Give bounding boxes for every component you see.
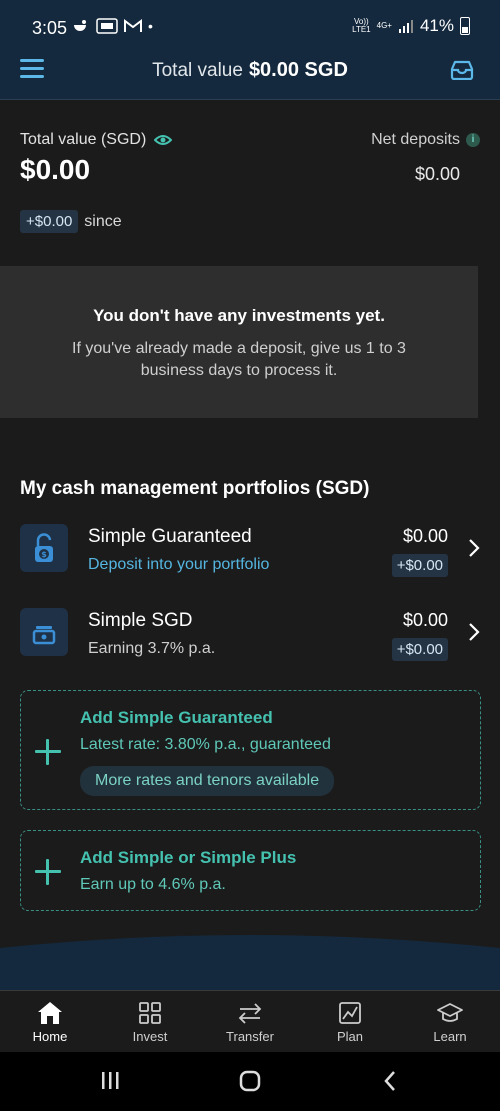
add-simple-plus-card[interactable]: Add Simple or Simple Plus Earn up to 4.6… xyxy=(20,830,481,911)
transfer-icon xyxy=(238,1003,262,1024)
header-title-value: $0.00 SGD xyxy=(248,59,348,81)
portfolio-value: $0.00 xyxy=(402,610,448,630)
nav-invest[interactable]: Invest xyxy=(100,991,200,1052)
status-bar: 3:05 • Vo)) LTE1 4G+ 41% xyxy=(0,0,500,56)
eye-icon[interactable] xyxy=(154,134,173,146)
cash-stack-icon xyxy=(32,626,56,645)
nav-label: Invest xyxy=(132,1029,168,1044)
net-deposits-label: Net deposits xyxy=(371,131,460,148)
plus-icon xyxy=(35,859,61,885)
nav-label: Transfer xyxy=(226,1029,274,1044)
portfolio-name: Simple SGD xyxy=(88,610,193,631)
back-icon[interactable] xyxy=(384,1071,395,1091)
bottom-navigation: Home Invest Transfer Plan Learn xyxy=(0,990,500,1052)
system-navigation-bar xyxy=(0,1052,500,1111)
empty-state-title: You don't have any investments yet. xyxy=(93,306,385,325)
nav-label: Learn xyxy=(433,1029,467,1044)
graduation-cap-icon xyxy=(437,1003,463,1022)
section-title: My cash management portfolios (SGD) xyxy=(20,478,370,499)
grid-icon xyxy=(139,1002,161,1024)
no-investments-card: You don't have any investments yet. If y… xyxy=(0,266,478,418)
network-type: 4G+ xyxy=(376,21,392,30)
plan-chart-icon xyxy=(339,1002,361,1024)
plus-icon xyxy=(35,739,61,765)
total-value: $0.00 xyxy=(20,154,91,185)
header-title-label: Total value xyxy=(152,60,243,81)
change-chip: +$0.00 xyxy=(20,210,79,233)
nav-label: Home xyxy=(32,1029,68,1044)
total-value-label: Total value (SGD) xyxy=(20,131,173,149)
portfolio-row[interactable]: $ Simple Guaranteed Deposit into your po… xyxy=(20,524,488,578)
change-since-row: +$0.00 since xyxy=(20,210,122,233)
portfolio-rate: Earning 3.7% p.a. xyxy=(88,640,216,657)
add-card-subtitle: Earn up to 4.6% p.a. xyxy=(80,876,226,893)
volte-indicator: Vo)) LTE1 xyxy=(352,17,371,34)
inbox-icon[interactable] xyxy=(450,60,474,80)
empty-state-description: If you've already made a deposit, give u… xyxy=(72,340,406,379)
nav-plan[interactable]: Plan xyxy=(300,991,400,1052)
nav-learn[interactable]: Learn xyxy=(400,991,500,1052)
app-header: Total value $0.00 SGD xyxy=(0,52,500,92)
home-icon xyxy=(38,1002,62,1024)
signal-icon xyxy=(398,20,413,33)
portfolio-row[interactable]: Simple SGD Earning 3.7% p.a. $0.00 +$0.0… xyxy=(20,608,488,662)
nav-home[interactable]: Home xyxy=(0,991,100,1052)
portfolio-icon-wrapper xyxy=(20,608,68,656)
gmail-icon xyxy=(124,19,142,32)
portfolio-summary: Total value (SGD) $0.00 Net deposits i $… xyxy=(0,100,500,265)
portfolio-name: Simple Guaranteed xyxy=(88,526,252,547)
status-time: 3:05 xyxy=(32,18,68,38)
add-card-title: Add Simple or Simple Plus xyxy=(80,848,297,867)
add-simple-guaranteed-card[interactable]: Add Simple Guaranteed Latest rate: 3.80%… xyxy=(20,690,481,810)
portfolio-change-chip: +$0.00 xyxy=(391,554,448,577)
header-title: Total value $0.00 SGD xyxy=(0,59,500,82)
lock-dollar-icon: $ xyxy=(35,533,53,562)
battery-percent: 41% xyxy=(419,16,454,35)
svg-text:$: $ xyxy=(41,550,47,559)
battery-icon xyxy=(460,17,470,35)
add-card-subtitle: Latest rate: 3.80% p.a., guaranteed xyxy=(80,736,331,753)
decorative-wave xyxy=(0,935,500,990)
notification-app-icon xyxy=(74,20,86,31)
info-icon[interactable]: i xyxy=(466,133,480,147)
portfolio-change-chip: +$0.00 xyxy=(391,638,448,661)
since-text[interactable]: since xyxy=(84,213,121,231)
recent-apps-icon[interactable] xyxy=(102,1072,119,1089)
status-right: Vo)) LTE1 4G+ 41% xyxy=(352,16,470,36)
portfolio-value: $0.00 xyxy=(402,526,448,546)
chevron-right-icon[interactable] xyxy=(468,538,480,558)
home-button-icon[interactable] xyxy=(239,1070,261,1092)
more-notifications-dot: • xyxy=(148,18,153,34)
top-bar: 3:05 • Vo)) LTE1 4G+ 41% Total value $0.0… xyxy=(0,0,500,100)
net-deposits-value: $0.00 xyxy=(414,164,460,184)
notification-badge-icon xyxy=(96,18,118,34)
deposit-link[interactable]: Deposit into your portfolio xyxy=(88,556,269,574)
nav-label: Plan xyxy=(336,1029,364,1044)
notification-icons: • xyxy=(72,18,153,34)
more-rates-pill[interactable]: More rates and tenors available xyxy=(80,766,335,796)
portfolio-icon-wrapper: $ xyxy=(20,524,68,572)
nav-transfer[interactable]: Transfer xyxy=(200,991,300,1052)
add-card-title: Add Simple Guaranteed xyxy=(80,708,273,727)
chevron-right-icon[interactable] xyxy=(468,622,480,642)
